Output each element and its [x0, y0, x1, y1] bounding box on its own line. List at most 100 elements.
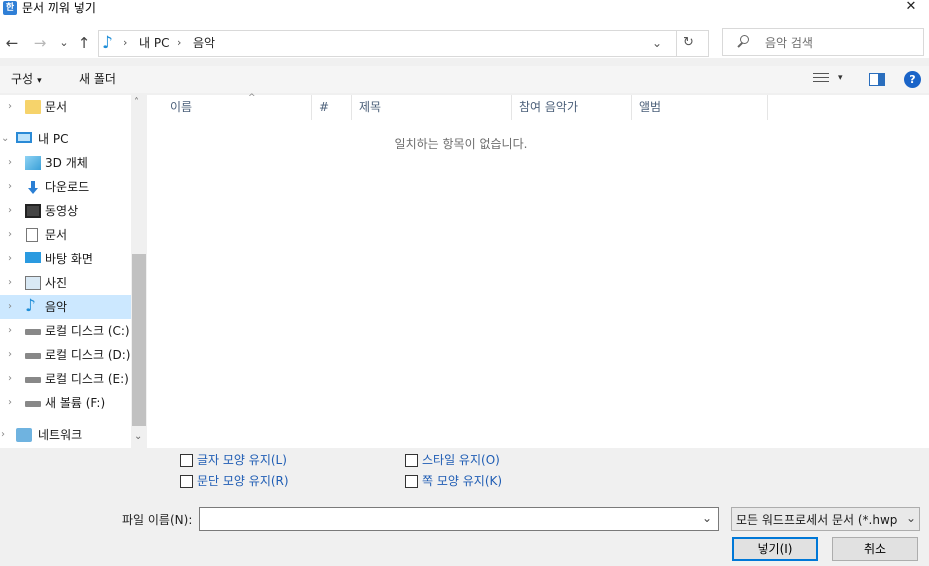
nav-item-drive-e[interactable]: › 로컬 디스크 (E:) — [0, 367, 131, 391]
nav-item-label: 로컬 디스크 (E:) — [45, 372, 129, 386]
sort-ascending-icon: ^ — [248, 93, 256, 103]
download-arrow-icon — [25, 180, 41, 194]
nav-item-3d-objects[interactable]: › 3D 개체 — [0, 151, 131, 175]
chevron-right-icon[interactable]: › — [8, 372, 18, 386]
nav-item-label: 바탕 화면 — [45, 252, 93, 266]
scroll-up-icon[interactable]: ˄ — [134, 97, 139, 108]
checkbox-box[interactable] — [405, 475, 418, 488]
recent-locations-button[interactable]: ⌄ — [55, 34, 73, 52]
navigation-pane: › 문서 ⌄ 내 PC › 3D 개체 › 다운로드 › 동영상 › 문서 › … — [0, 95, 147, 448]
forward-button[interactable]: → — [31, 34, 49, 52]
checkbox-label[interactable]: 글자 모양 유지(L) — [197, 452, 287, 469]
nav-item-label: 음악 — [45, 300, 68, 314]
filename-dropdown-icon[interactable]: ⌄ — [702, 511, 712, 525]
address-bar[interactable]: ♪ › 내 PC › 음악 ⌄ ↻ — [98, 30, 709, 57]
chevron-right-icon[interactable]: › — [8, 348, 18, 362]
chevron-down-icon: ⌄ — [905, 511, 916, 525]
breadcrumb-separator-icon[interactable]: › — [123, 35, 127, 51]
nav-item-desktop[interactable]: › 바탕 화면 — [0, 247, 131, 271]
nav-item-documents-quick[interactable]: › 문서 — [0, 95, 131, 119]
checkbox-label[interactable]: 문단 모양 유지(R) — [197, 473, 289, 490]
address-divider — [676, 31, 677, 56]
desktop-icon — [25, 252, 41, 263]
command-toolbar: 구성 ▾ 새 폴더 ▾ ? — [0, 66, 929, 93]
address-dropdown-icon[interactable]: ⌄ — [652, 34, 662, 52]
filename-label: 파일 이름(N): — [122, 513, 193, 527]
chevron-right-icon[interactable]: › — [8, 228, 18, 242]
file-type-value: 모든 워드프로세서 문서 (*.hwp — [736, 513, 898, 527]
chevron-right-icon[interactable]: › — [8, 252, 18, 266]
drive-icon — [25, 353, 41, 359]
checkbox-box[interactable] — [405, 454, 418, 467]
column-header-name[interactable]: ^ 이름 — [163, 93, 312, 120]
nav-item-label: 사진 — [45, 276, 68, 290]
nav-item-pictures[interactable]: › 사진 — [0, 271, 131, 295]
close-button[interactable]: ✕ — [893, 0, 929, 14]
chevron-down-icon[interactable]: ⌄ — [1, 132, 11, 146]
nav-item-label: 네트워크 — [38, 428, 83, 442]
filename-input[interactable] — [199, 507, 719, 531]
breadcrumb-music[interactable]: 음악 — [193, 35, 215, 51]
view-options-caret-icon[interactable]: ▾ — [838, 73, 843, 83]
nav-item-label: 로컬 디스크 (C:) — [45, 324, 130, 338]
pictures-icon — [25, 276, 41, 290]
chevron-right-icon[interactable]: › — [8, 300, 18, 314]
nav-item-videos[interactable]: › 동영상 — [0, 199, 131, 223]
column-header-artists[interactable]: 참여 음악가 — [512, 95, 632, 120]
nav-item-label: 내 PC — [38, 132, 69, 146]
insert-button[interactable]: 넣기(I) — [732, 537, 818, 561]
column-header-title[interactable]: 제목 — [352, 95, 512, 120]
film-icon — [25, 204, 41, 218]
preview-pane-icon[interactable] — [869, 73, 885, 86]
up-button[interactable]: ↑ — [75, 34, 93, 52]
column-header-number[interactable]: # — [312, 95, 352, 120]
nav-item-network[interactable]: › 네트워크 — [0, 423, 131, 447]
nav-item-label: 문서 — [45, 228, 68, 242]
search-input[interactable]: 음악 검색 — [722, 28, 924, 56]
drive-icon — [25, 401, 41, 407]
cancel-button[interactable]: 취소 — [832, 537, 918, 561]
new-folder-button[interactable]: 새 폴더 — [79, 71, 116, 87]
checkbox-box[interactable] — [180, 454, 193, 467]
file-list[interactable]: ^ 이름 # 제목 참여 음악가 앨범 일치하는 항목이 없습니다. — [147, 93, 929, 448]
nav-item-label: 문서 — [45, 100, 68, 114]
view-details-icon[interactable] — [813, 73, 829, 85]
nav-item-label: 다운로드 — [45, 180, 90, 194]
chevron-right-icon[interactable]: › — [8, 180, 18, 194]
nav-item-documents[interactable]: › 문서 — [0, 223, 131, 247]
chevron-right-icon[interactable]: › — [8, 324, 18, 338]
chevron-right-icon[interactable]: › — [8, 100, 18, 114]
nav-item-drive-c[interactable]: › 로컬 디스크 (C:) — [0, 319, 131, 343]
title-bar: 한 문서 끼워 넣기 ✕ — [0, 0, 929, 28]
network-icon — [16, 428, 32, 442]
chevron-right-icon[interactable]: › — [8, 204, 18, 218]
checkbox-box[interactable] — [180, 475, 193, 488]
checkbox-label[interactable]: 스타일 유지(O) — [422, 452, 500, 469]
nav-item-music[interactable]: › ♪ 음악 — [0, 295, 131, 319]
nav-item-label: 동영상 — [45, 204, 79, 218]
chevron-right-icon[interactable]: › — [1, 428, 11, 442]
breadcrumb-my-pc[interactable]: 내 PC — [139, 35, 169, 51]
nav-item-drive-d[interactable]: › 로컬 디스크 (D:) — [0, 343, 131, 367]
breadcrumb-separator-icon[interactable]: › — [177, 35, 181, 51]
chevron-right-icon[interactable]: › — [8, 276, 18, 290]
column-header-album[interactable]: 앨범 — [632, 95, 768, 120]
music-note-icon: ♪ — [102, 33, 113, 53]
help-icon[interactable]: ? — [904, 71, 921, 88]
refresh-icon[interactable]: ↻ — [683, 34, 694, 52]
organize-button[interactable]: 구성 ▾ — [11, 71, 42, 89]
nav-item-volume-f[interactable]: › 새 볼륨 (F:) — [0, 391, 131, 415]
chevron-right-icon[interactable]: › — [8, 396, 18, 410]
hwp-app-icon: 한 — [3, 1, 17, 15]
nav-pane-scrollbar[interactable]: ˄ ⌄ — [131, 95, 147, 448]
scrollbar-thumb[interactable] — [132, 254, 146, 426]
checkbox-label[interactable]: 쪽 모양 유지(K) — [422, 473, 502, 490]
file-type-select[interactable]: 모든 워드프로세서 문서 (*.hwp ⌄ — [731, 507, 920, 531]
back-button[interactable]: ← — [3, 34, 21, 52]
column-header-label: 이름 — [170, 100, 193, 114]
chevron-right-icon[interactable]: › — [8, 156, 18, 170]
scroll-down-icon[interactable]: ⌄ — [134, 431, 142, 442]
nav-item-my-pc[interactable]: ⌄ 내 PC — [0, 127, 131, 151]
nav-item-downloads[interactable]: › 다운로드 — [0, 175, 131, 199]
caret-down-icon: ▾ — [37, 76, 42, 86]
